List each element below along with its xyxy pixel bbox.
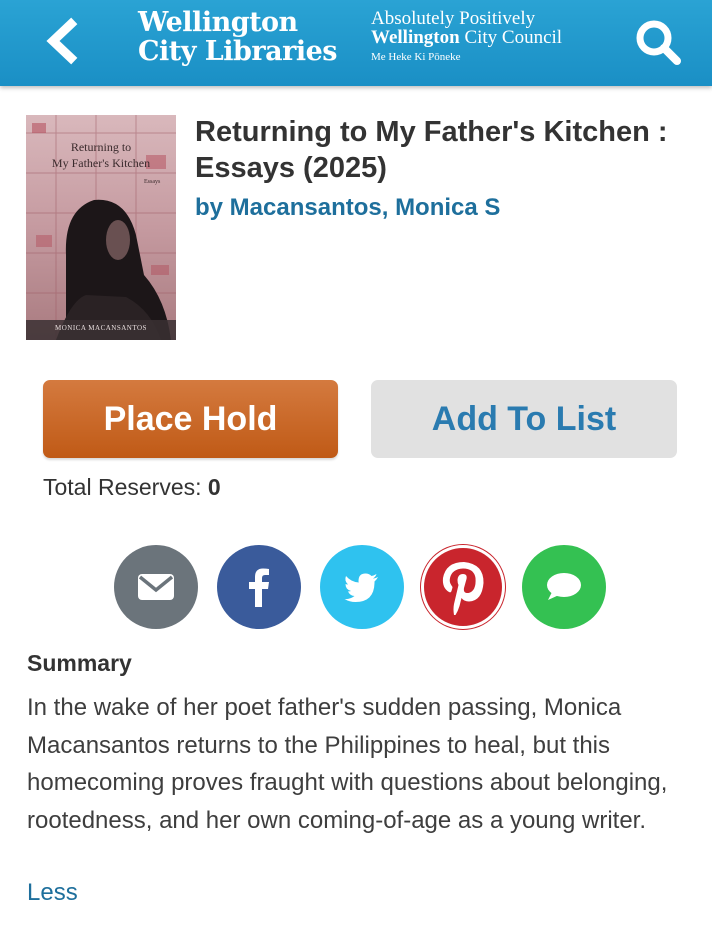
share-email-button[interactable] (114, 545, 198, 629)
council-logo[interactable]: Absolutely Positively Wellington City Co… (371, 9, 562, 64)
library-logo[interactable]: Wellington City Libraries (138, 7, 338, 67)
author-link[interactable]: by Macansantos, Monica S (195, 194, 500, 222)
search-icon (636, 20, 681, 65)
twitter-icon (344, 573, 378, 602)
sms-icon (547, 573, 581, 600)
council-bold: Wellington (371, 27, 460, 48)
summary-less-link[interactable]: Less (27, 879, 78, 907)
add-to-list-button[interactable]: Add To List (371, 380, 677, 458)
library-name-line2: City Libraries (138, 36, 338, 67)
back-button[interactable] (38, 14, 88, 68)
reserves-label: Total Reserves: (43, 474, 208, 500)
book-cover[interactable]: Returning to My Father's Kitchen Essays … (26, 115, 176, 340)
place-hold-button[interactable]: Place Hold (43, 380, 338, 458)
council-line2: Wellington City Council (371, 28, 562, 47)
council-maori: Me Heke Ki Pōneke (371, 51, 461, 63)
summary-text: In the wake of her poet father's sudden … (27, 694, 668, 834)
council-rest: City Council (459, 27, 563, 48)
total-reserves: Total Reserves: 0 (43, 474, 221, 501)
share-twitter-button[interactable] (320, 545, 404, 629)
pinterest-icon (442, 562, 484, 615)
reserves-count: 0 (207, 474, 221, 500)
summary-heading: Summary (27, 650, 132, 676)
cover-author: MONICA MACANSANTOS (55, 324, 147, 332)
cover-title-line1: Returning to (70, 140, 132, 154)
facebook-icon (249, 568, 269, 607)
chevron-left-icon (46, 17, 78, 65)
search-button[interactable] (632, 16, 684, 68)
email-icon (138, 574, 174, 600)
share-pinterest-button[interactable] (421, 545, 505, 629)
share-facebook-button[interactable] (217, 545, 301, 629)
cover-title-line2: My Father's Kitchen (51, 156, 151, 170)
council-line1: Absolutely Positively (371, 8, 536, 29)
library-name-line1: Wellington (138, 7, 298, 38)
app-header: Wellington City Libraries Absolutely Pos… (0, 0, 712, 86)
cover-subtitle: Essays (144, 179, 161, 185)
share-sms-button[interactable] (522, 545, 606, 629)
book-title: Returning to My Father's Kitchen : Essay… (195, 116, 668, 184)
